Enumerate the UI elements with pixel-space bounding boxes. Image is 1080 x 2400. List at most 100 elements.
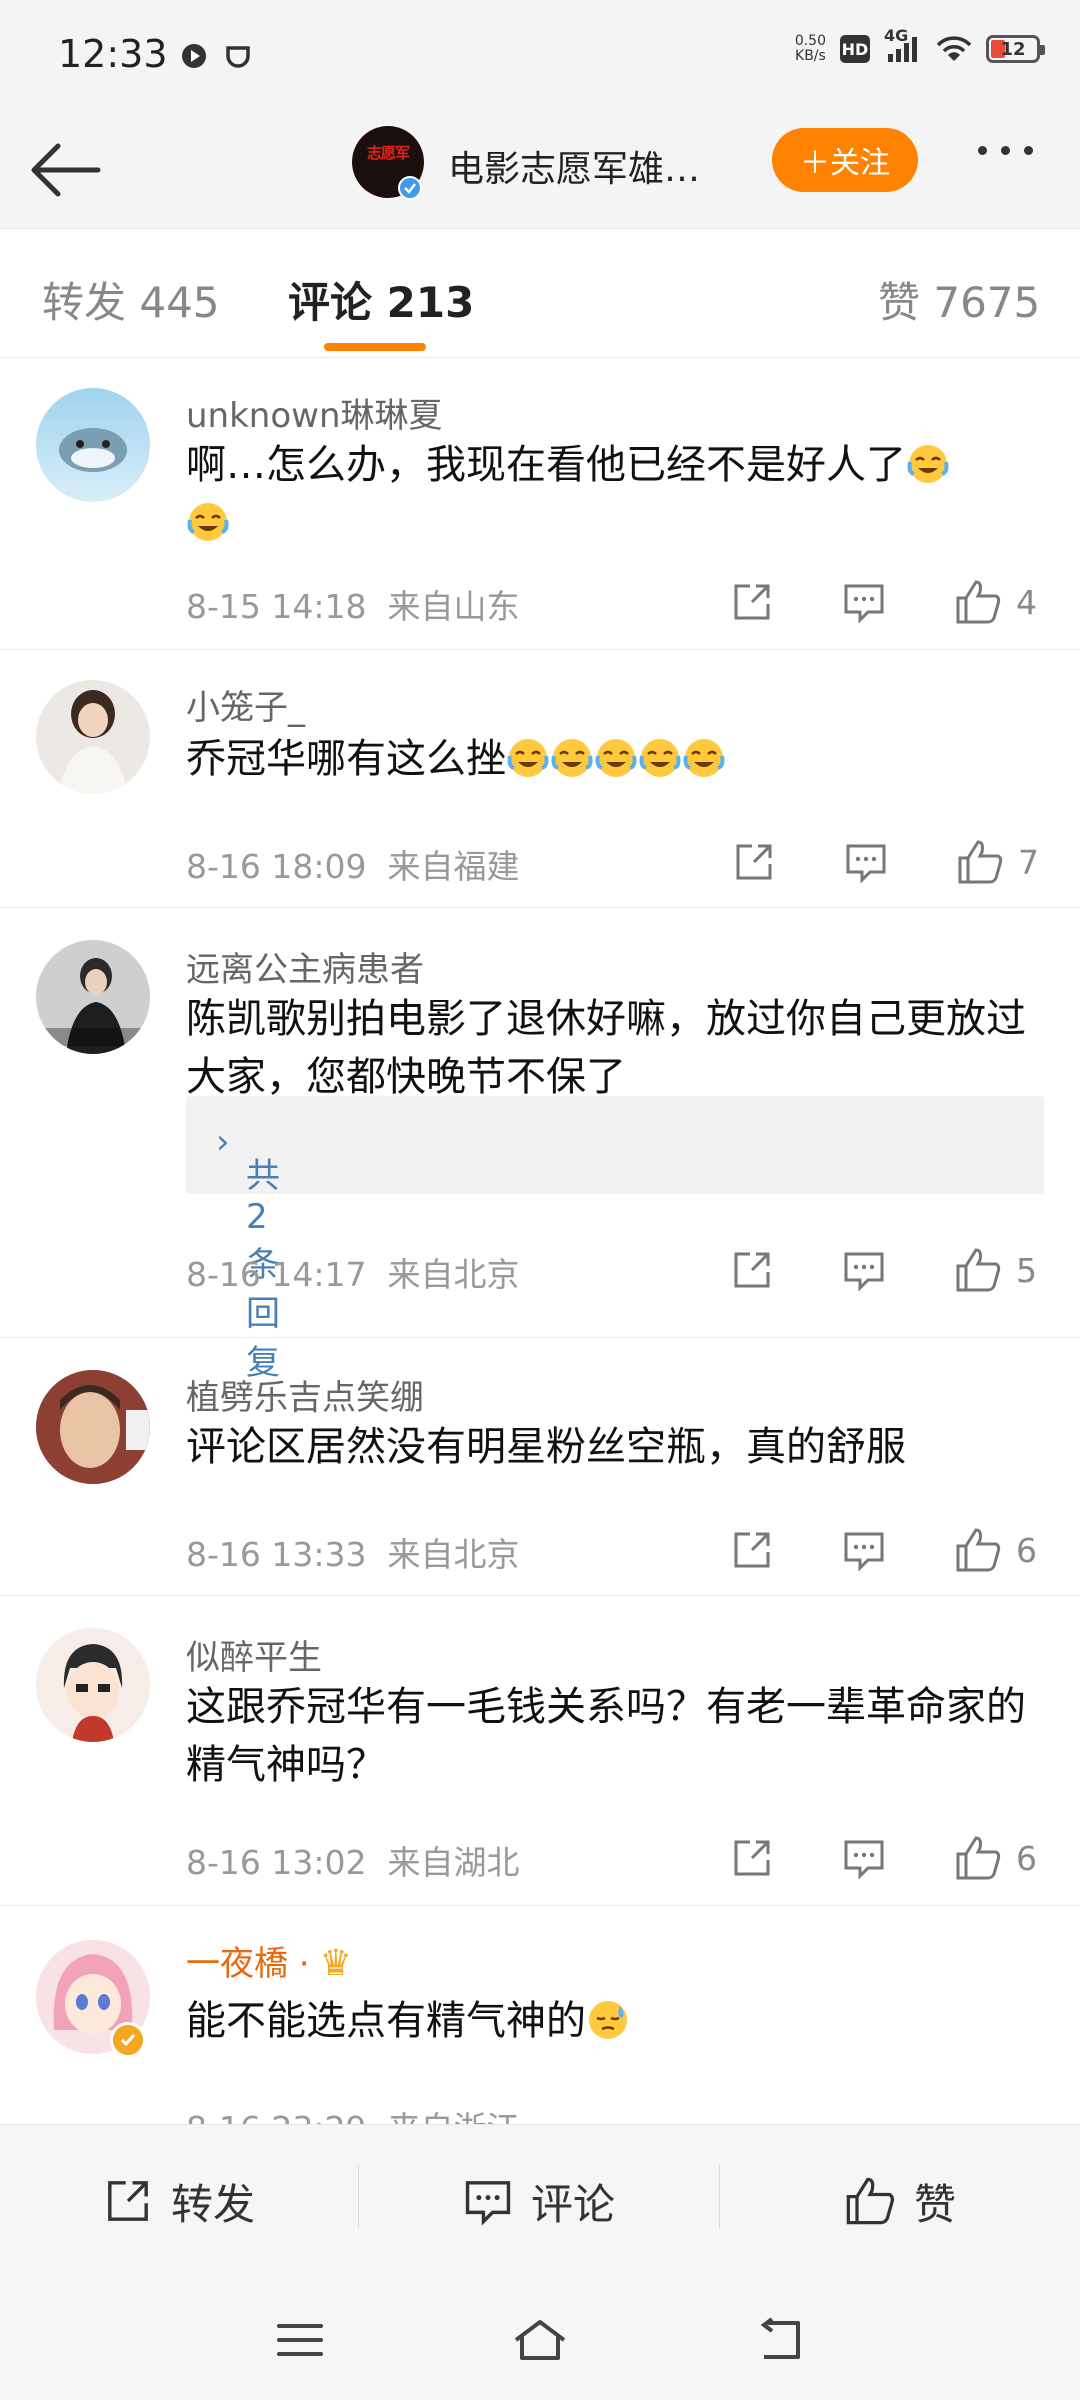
comment-text: 啊…怎么办，我现在看他已经不是好人了 (186, 436, 1046, 552)
comment-button[interactable] (842, 1240, 886, 1300)
comment-button[interactable] (842, 1828, 886, 1888)
crying-laughing-emoji-icon (551, 739, 593, 777)
comment-icon (465, 2181, 511, 2226)
home-button[interactable] (500, 2300, 580, 2380)
battery-icon: 12 (986, 35, 1045, 63)
account-name[interactable]: 电影志愿军雄… (448, 140, 700, 192)
bottom-action-bar: 转发 评论 赞 (0, 2124, 1080, 2276)
comment-meta: 8-16 14:17 来自北京 (186, 1255, 520, 1294)
comment-text: 这跟乔冠华有一毛钱关系吗？有老一辈革命家的精气神吗？ (186, 1684, 1026, 1788)
comment-username[interactable]: 似醉平生 (186, 1630, 322, 1679)
active-tab-indicator (324, 343, 426, 351)
comment-text: 陈凯歌别拍电影了退休好嘛，放过你自己更放过大家，您都快晚节不保了 (186, 996, 1026, 1100)
like-button[interactable]: 6 (954, 1828, 1037, 1888)
comment-item: 植劈乐吉点笑绷 评论区居然没有明星粉丝空瓶，真的舒服 8-16 13:33 来自… (0, 1338, 1080, 1596)
thumbs-up-icon (958, 840, 1003, 884)
status-time: 12:33 (58, 32, 168, 76)
comment-item: 小笼子_ 乔冠华哪有这么挫 8-16 18:09 来自福建 7 (0, 650, 1080, 908)
tab-comments[interactable]: 评论 213 (288, 269, 474, 330)
comment-item: 似醉平生 这跟乔冠华有一毛钱关系吗？有老一辈革命家的精气神吗？ 8-16 13:… (0, 1596, 1080, 1906)
repost-button[interactable] (730, 572, 774, 632)
comment-meta: 8-15 14:18 来自山东 (186, 587, 520, 626)
comment-icon (846, 844, 886, 884)
thumbs-up-icon (846, 2177, 894, 2225)
comment-button[interactable] (842, 572, 886, 632)
comment-meta: 8-16 18:09 来自福建 (186, 847, 520, 886)
crying-laughing-emoji-icon (595, 739, 637, 777)
comment-meta: 8-16 13:02 来自湖北 (186, 1843, 520, 1882)
comment-icon (844, 1532, 884, 1572)
comment-icon (844, 584, 884, 624)
hd-badge: HD (840, 35, 870, 63)
view-replies-button[interactable]: 共2条回复 › (186, 1096, 1044, 1383)
play-circle-icon (182, 44, 206, 68)
comment-username[interactable]: unknown琳琳夏 (186, 388, 443, 437)
share-icon (734, 1532, 770, 1568)
like-tab-button[interactable]: 赞 (720, 2125, 1080, 2277)
tab-reposts[interactable]: 转发 445 (42, 269, 220, 330)
arrow-left-icon (31, 143, 101, 197)
back-button[interactable] (28, 132, 104, 208)
like-button[interactable]: 5 (954, 1240, 1037, 1300)
repost-button[interactable] (730, 1828, 774, 1888)
comment-meta: 8-16 13:33 来自北京 (186, 1535, 520, 1574)
repost-button[interactable] (730, 1520, 774, 1580)
menu-button[interactable] (260, 2300, 340, 2380)
system-nav-bar (0, 2276, 1080, 2400)
crying-laughing-emoji-icon (639, 739, 681, 777)
avatar[interactable] (36, 388, 150, 502)
crying-laughing-emoji-icon (187, 503, 229, 541)
back-nav-button[interactable] (740, 2300, 820, 2380)
comment-username[interactable]: 远离公主病患者 (186, 942, 424, 991)
verified-badge-icon (398, 176, 422, 200)
back-icon (760, 2317, 800, 2359)
comment-text: 能不能选点有精气神的 (186, 1992, 1046, 2050)
avatar[interactable] (36, 940, 150, 1054)
comment-button[interactable] (844, 832, 888, 892)
share-icon (734, 1252, 770, 1288)
more-dots-icon[interactable] (978, 146, 1033, 155)
crying-laughing-emoji-icon (507, 739, 549, 777)
repost-tab-button[interactable]: 转发 (0, 2125, 358, 2277)
comment-tab-button[interactable]: 评论 (359, 2125, 719, 2277)
sweat-emoji-icon (589, 2001, 627, 2039)
follow-button[interactable]: ＋关注 (772, 128, 918, 192)
avatar[interactable] (36, 680, 150, 794)
repost-button[interactable] (730, 1240, 774, 1300)
share-icon (108, 2181, 148, 2221)
comment-icon (844, 1252, 884, 1292)
share-icon (734, 1840, 770, 1876)
like-button[interactable]: 7 (956, 832, 1039, 892)
comment-username[interactable]: 植劈乐吉点笑绷 (186, 1370, 424, 1419)
comment-text: 评论区居然没有明星粉丝空瓶，真的舒服 (186, 1424, 906, 1470)
avatar[interactable] (36, 1628, 150, 1742)
repost-button[interactable] (732, 832, 776, 892)
comment-meta: 8-16 23:29 来自浙江 (186, 2102, 519, 2124)
thumbs-up-icon (956, 580, 1001, 624)
thumbs-up-icon (956, 1248, 1001, 1292)
comment-icon (844, 1840, 884, 1880)
tab-bar: 转发 445 评论 213 赞 7675 (0, 228, 1080, 358)
crying-laughing-emoji-icon (907, 445, 949, 483)
comment-text: 乔冠华哪有这么挫 (186, 730, 1046, 788)
avatar[interactable] (36, 1370, 150, 1484)
comment-username[interactable]: 小笼子_ (186, 680, 305, 729)
post-header: 志愿军 电影志愿军雄… ＋关注 (0, 110, 1080, 228)
comment-item: unknown琳琳夏 啊…怎么办，我现在看他已经不是好人了 8-15 14:18… (0, 358, 1080, 650)
wifi-icon (936, 36, 972, 61)
menu-icon (277, 2324, 323, 2356)
like-button[interactable]: 4 (954, 572, 1037, 632)
cup-icon (226, 46, 250, 68)
comment-item: 远离公主病患者 陈凯歌别拍电影了退休好嘛，放过你自己更放过大家，您都快晚节不保了… (0, 908, 1080, 1383)
home-icon (514, 2320, 566, 2360)
status-bar: 12:33 0.50 KB/s HD 4G 12 (0, 0, 1080, 110)
crown-icon: ♛ (319, 1943, 352, 1984)
net-speed: 0.50 KB/s (794, 33, 826, 64)
comment-button[interactable] (842, 1520, 886, 1580)
like-button[interactable]: 6 (954, 1520, 1037, 1580)
vip-badge-icon (110, 2022, 146, 2058)
tab-likes[interactable]: 赞 7675 (878, 269, 1040, 330)
share-icon (734, 584, 770, 620)
comment-username[interactable]: 一夜橋 · ♛ (186, 1936, 352, 1985)
thumbs-up-icon (956, 1836, 1001, 1880)
